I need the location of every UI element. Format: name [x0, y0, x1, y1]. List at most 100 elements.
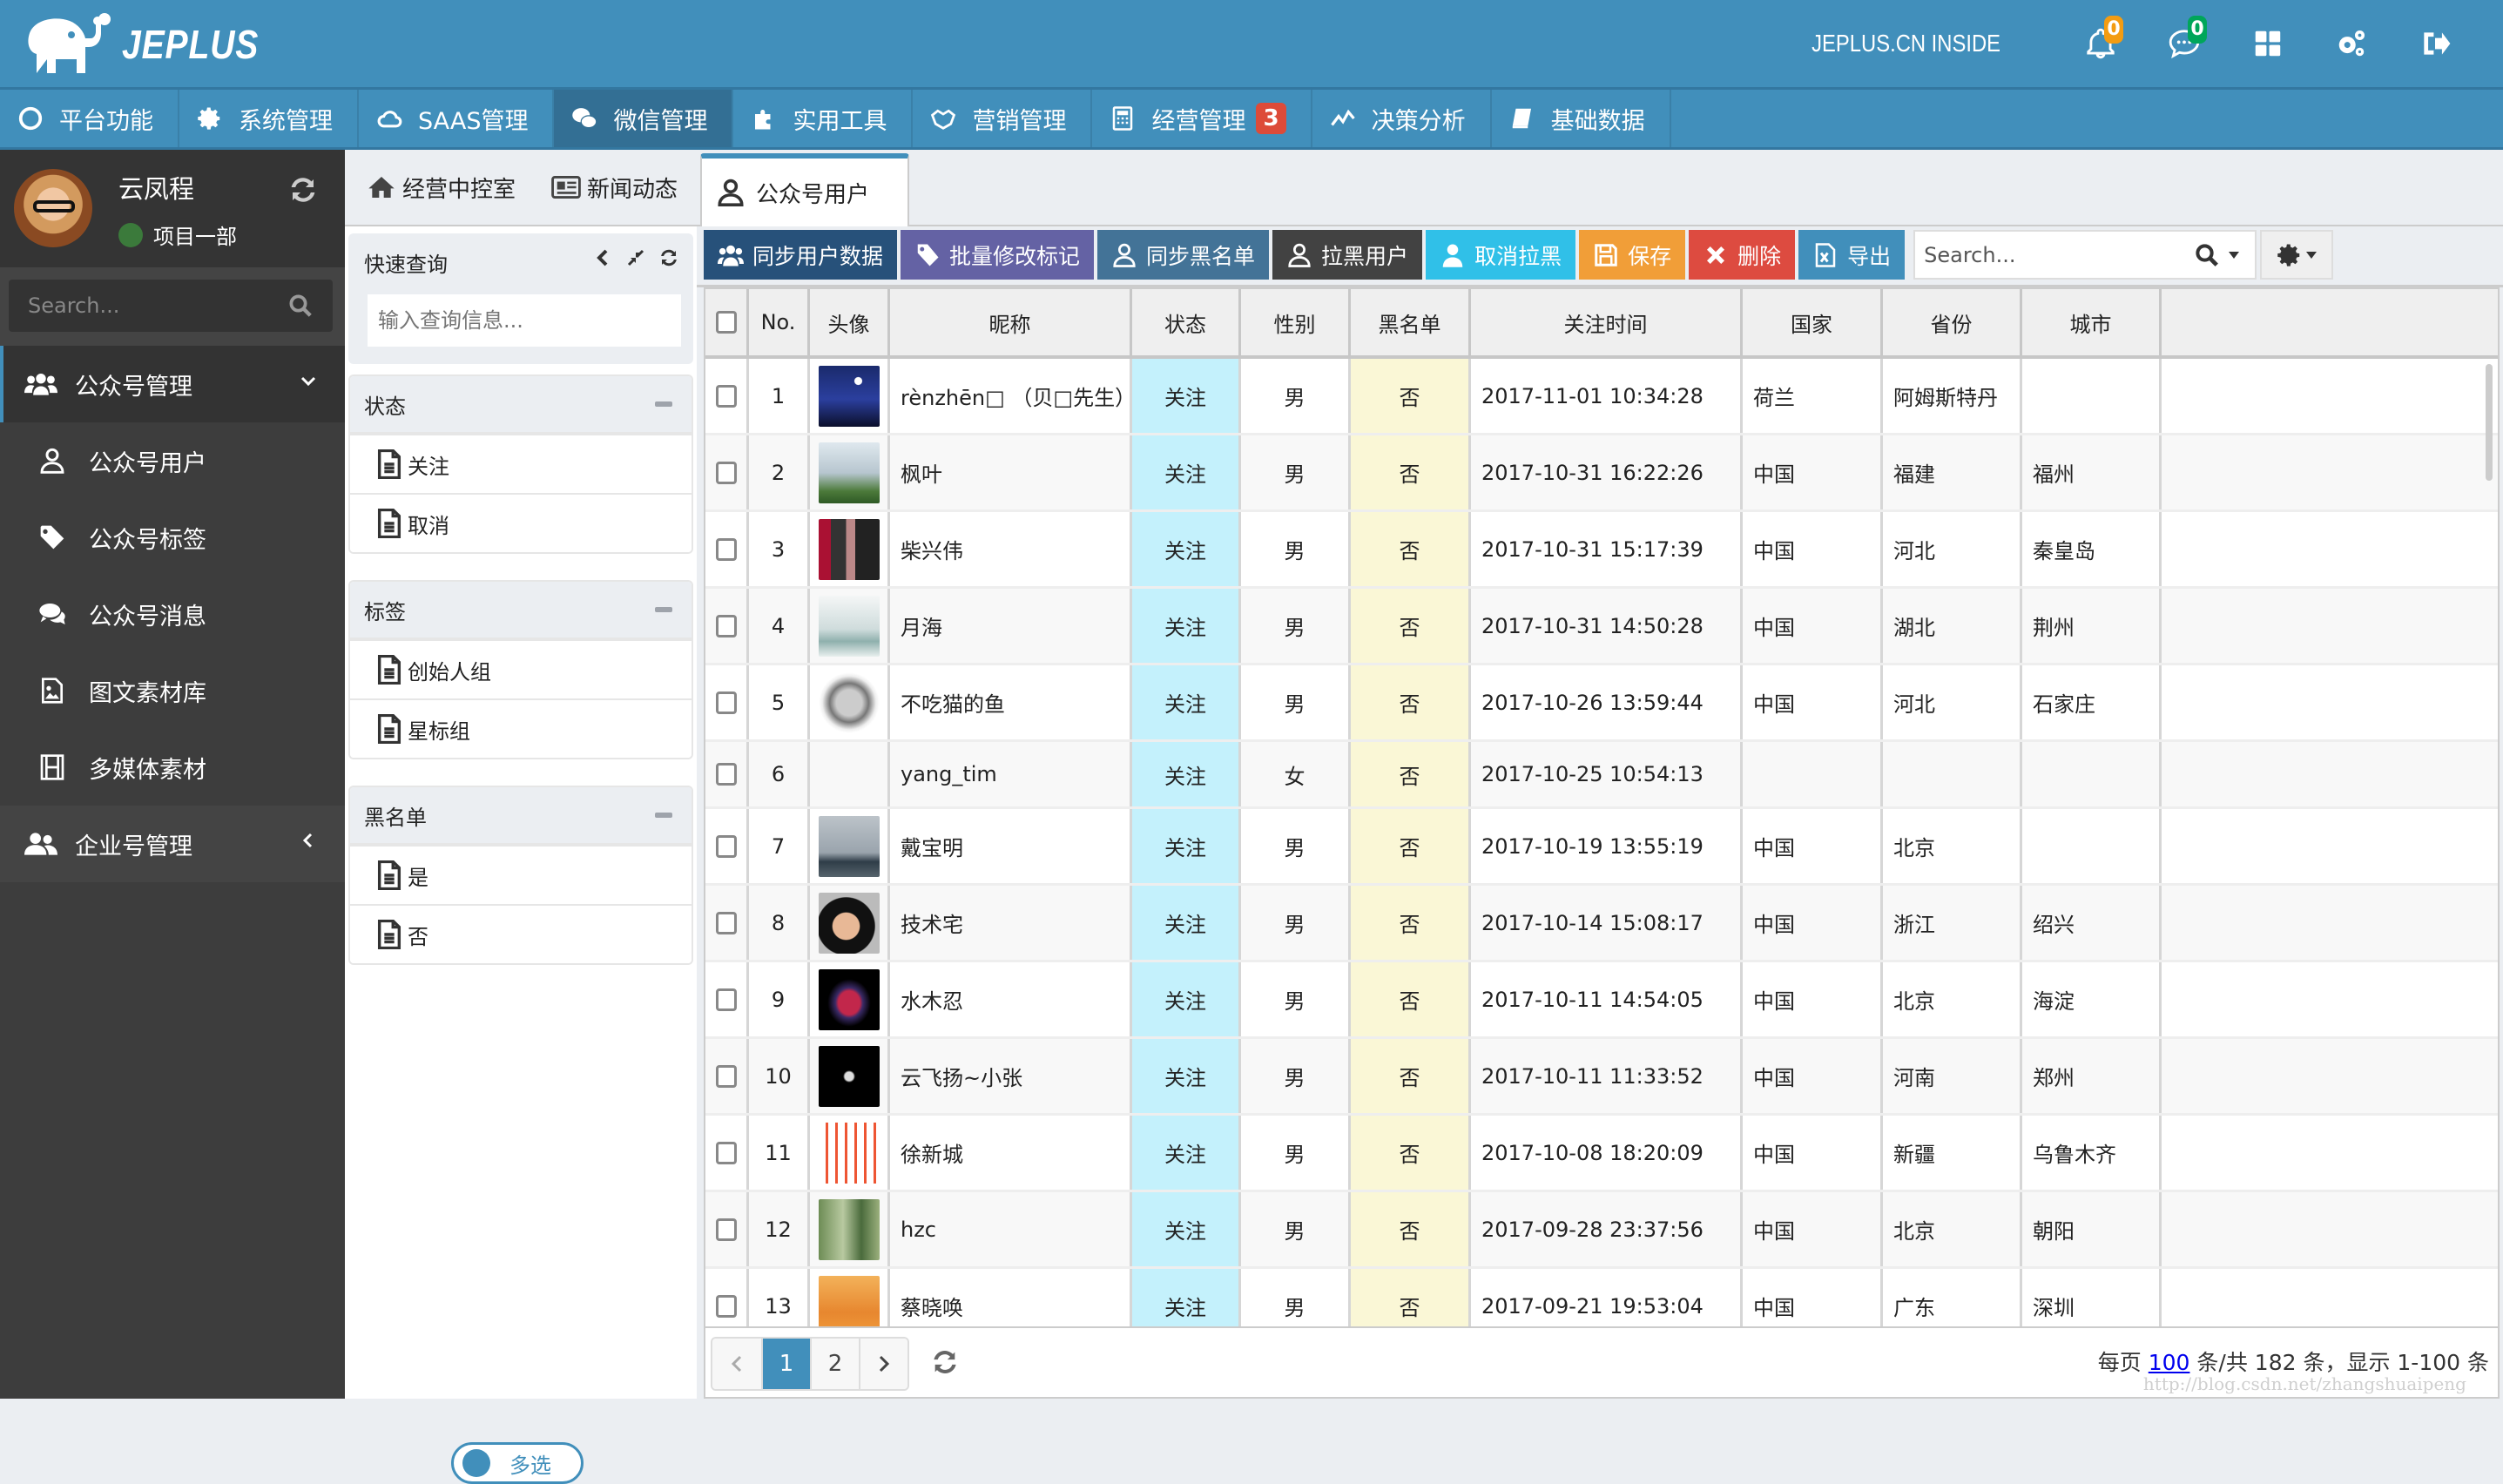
- avatar-thumbnail[interactable]: [818, 1275, 880, 1326]
- toolbar-button-6[interactable]: 删除: [1689, 230, 1796, 280]
- sidebar-item-media[interactable]: 多媒体素材: [0, 729, 345, 806]
- nav-item-tools[interactable]: 实用工具: [733, 90, 914, 147]
- column-header[interactable]: 省份: [1883, 289, 2022, 355]
- nav-item-basedata[interactable]: 基础数据: [1492, 90, 1671, 147]
- column-header[interactable]: 昵称: [890, 289, 1132, 355]
- toolbar-button-4[interactable]: 取消拉黑: [1426, 230, 1576, 280]
- column-header[interactable]: 城市: [2022, 289, 2162, 355]
- table-row[interactable]: 11 徐新城 关注男否 2017-10-08 18:20:09 中国 新疆 乌鲁木齐: [705, 1116, 2498, 1192]
- filter-group-header[interactable]: 标签: [350, 582, 692, 639]
- row-checkbox[interactable]: [715, 988, 737, 1011]
- table-row[interactable]: 12 hzc 关注男否 2017-09-28 23:37:56 中国 北京 朝阳: [705, 1192, 2498, 1269]
- table-row[interactable]: 2 枫叶 关注男否 2017-10-31 16:22:26 中国 福建 福州: [705, 435, 2498, 512]
- table-row[interactable]: 13 蔡晓唤 关注男否 2017-09-21 19:53:04 中国 广东 深圳: [705, 1269, 2498, 1326]
- avatar-thumbnail[interactable]: [818, 595, 880, 657]
- table-row[interactable]: 5 不吃猫的鱼 关注男否 2017-10-26 13:59:44 中国 河北 石家庄: [705, 665, 2498, 742]
- tab-dashboard[interactable]: 经营中控室: [366, 172, 516, 204]
- sidebar-group-official-account[interactable]: 公众号管理: [0, 346, 345, 422]
- table-row[interactable]: 7 戴宝明 关注男否 2017-10-19 13:55:19 中国 北京: [705, 809, 2498, 886]
- table-row[interactable]: 1 rènzhēn□ （贝□先生） 关注男否 2017-11-01 10:34:28 荷…: [705, 359, 2498, 435]
- nav-item-analysis[interactable]: 决策分析: [1312, 90, 1492, 147]
- table-row[interactable]: 9 水木忍 关注男否 2017-10-11 14:54:05 中国 北京 海淀: [705, 962, 2498, 1039]
- filter-item[interactable]: 取消: [350, 493, 692, 552]
- column-settings-button[interactable]: [2260, 230, 2334, 280]
- tab-official-users[interactable]: 公众号用户: [700, 153, 909, 226]
- user-avatar[interactable]: [14, 169, 92, 247]
- grid-search-input[interactable]: Search...: [1913, 230, 2257, 280]
- row-checkbox[interactable]: [715, 1141, 737, 1164]
- avatar-thumbnail[interactable]: [818, 968, 880, 1030]
- tab-news[interactable]: 新闻动态: [550, 172, 678, 204]
- refresh-icon[interactable]: [658, 247, 679, 268]
- select-all-checkbox[interactable]: [715, 311, 737, 334]
- avatar-thumbnail[interactable]: [818, 1198, 880, 1260]
- nav-item-business[interactable]: 经营管理 3: [1092, 90, 1312, 147]
- search-dropdown[interactable]: [2194, 242, 2240, 268]
- collapse-icon[interactable]: [655, 607, 672, 612]
- row-checkbox[interactable]: [715, 1294, 737, 1318]
- reload-button[interactable]: [930, 1347, 960, 1377]
- collapse-icon[interactable]: [655, 401, 672, 407]
- avatar-thumbnail[interactable]: [818, 815, 880, 877]
- row-checkbox[interactable]: [715, 911, 737, 934]
- logout-button[interactable]: [2393, 0, 2477, 87]
- table-row[interactable]: 8 技术宅 关注男否 2017-10-14 15:08:17 中国 浙江 绍兴: [705, 886, 2498, 962]
- avatar-thumbnail[interactable]: [818, 892, 880, 954]
- column-header[interactable]: 国家: [1743, 289, 1883, 355]
- sidebar-item-users[interactable]: 公众号用户: [0, 422, 345, 499]
- next-page-button[interactable]: [859, 1339, 907, 1389]
- nav-item-saas[interactable]: SAAS管理: [359, 90, 555, 147]
- compress-icon[interactable]: [625, 247, 646, 268]
- page-button-1[interactable]: 1: [761, 1339, 810, 1389]
- filter-item[interactable]: 星标组: [350, 698, 692, 758]
- row-checkbox[interactable]: [715, 1064, 737, 1088]
- row-checkbox[interactable]: [715, 537, 737, 561]
- row-checkbox[interactable]: [715, 691, 737, 714]
- multi-select-toggle[interactable]: 多选: [451, 1442, 584, 1484]
- apps-button[interactable]: [2226, 0, 2310, 87]
- collapse-icon[interactable]: [655, 813, 672, 818]
- filter-item[interactable]: 是: [350, 845, 692, 904]
- toolbar-button-2[interactable]: 同步黑名单: [1097, 230, 1270, 280]
- settings-button[interactable]: [2310, 0, 2393, 87]
- toolbar-button-5[interactable]: 保存: [1579, 230, 1686, 280]
- column-header[interactable]: 状态: [1132, 289, 1241, 355]
- toolbar-button-1[interactable]: 批量修改标记: [901, 230, 1095, 280]
- table-row[interactable]: 4 月海 关注男否 2017-10-31 14:50:28 中国 湖北 荆州: [705, 589, 2498, 665]
- row-checkbox[interactable]: [715, 384, 737, 408]
- avatar-thumbnail[interactable]: [818, 442, 880, 503]
- filter-item[interactable]: 否: [350, 904, 692, 963]
- row-checkbox[interactable]: [715, 614, 737, 637]
- avatar-thumbnail[interactable]: [818, 365, 880, 427]
- logo[interactable]: JEPLUS: [21, 12, 283, 77]
- page-button-2[interactable]: 2: [810, 1339, 859, 1389]
- row-checkbox[interactable]: [715, 1218, 737, 1241]
- sidebar-item-messages[interactable]: 公众号消息: [0, 576, 345, 652]
- row-checkbox[interactable]: [715, 461, 737, 484]
- site-label[interactable]: JEPLUS.CN INSIDE: [1811, 30, 2000, 57]
- notifications-button[interactable]: 0: [2059, 0, 2142, 87]
- avatar-thumbnail[interactable]: [818, 671, 880, 733]
- sidebar-item-articles[interactable]: 图文素材库: [0, 652, 345, 729]
- sidebar-group-enterprise[interactable]: 企业号管理: [0, 806, 345, 882]
- table-row[interactable]: 3 柴兴伟 关注男否 2017-10-31 15:17:39 中国 河北 秦皇岛: [705, 512, 2498, 589]
- filter-item[interactable]: 关注: [350, 434, 692, 493]
- toolbar-button-7[interactable]: 导出: [1798, 230, 1906, 280]
- filter-item[interactable]: 创始人组: [350, 639, 692, 698]
- table-row[interactable]: 10 云飞扬~小张 关注男否 2017-10-11 11:33:52 中国 河南 郑州: [705, 1039, 2498, 1116]
- toolbar-button-0[interactable]: 同步用户数据: [704, 230, 898, 280]
- page-size-link[interactable]: 100: [2149, 1350, 2190, 1375]
- avatar-thumbnail[interactable]: [818, 518, 880, 580]
- row-checkbox[interactable]: [715, 834, 737, 858]
- nav-item-marketing[interactable]: 营销管理: [913, 90, 1093, 147]
- vertical-scrollbar[interactable]: [2486, 364, 2493, 481]
- collapse-left-icon[interactable]: [592, 247, 613, 268]
- sidebar-search-input[interactable]: Search...: [9, 280, 333, 332]
- column-header[interactable]: 黑名单: [1351, 289, 1471, 355]
- quick-search-input[interactable]: [368, 294, 681, 347]
- filter-group-header[interactable]: 状态: [350, 376, 692, 434]
- nav-item-wechat[interactable]: 微信管理: [554, 90, 734, 147]
- messages-button[interactable]: 0: [2142, 0, 2226, 87]
- row-checkbox[interactable]: [715, 763, 737, 786]
- column-header[interactable]: 性别: [1241, 289, 1351, 355]
